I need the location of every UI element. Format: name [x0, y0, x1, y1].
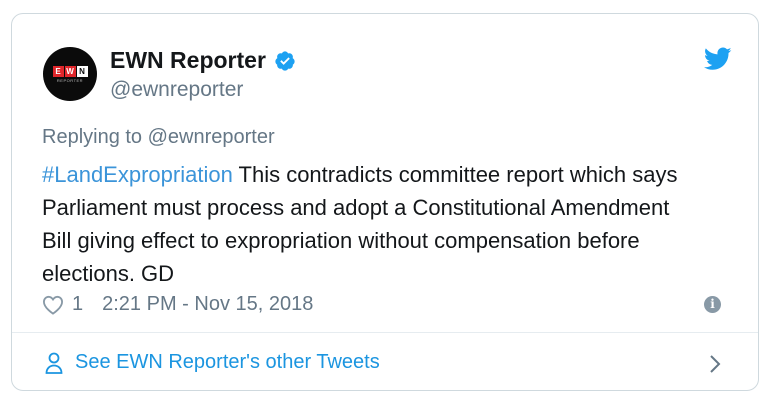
hashtag-link[interactable]: #LandExpropriation [42, 162, 233, 187]
ewn-logo: EWN [52, 65, 88, 77]
person-icon [45, 352, 63, 374]
like-count[interactable]: 1 [72, 293, 83, 316]
twitter-bird-icon[interactable] [704, 47, 732, 71]
see-other-tweets-label[interactable]: See EWN Reporter's other Tweets [75, 351, 380, 374]
tweet-text: #LandExpropriation This contradicts comm… [42, 158, 702, 290]
reply-prefix: Replying to [42, 126, 148, 148]
reply-mention-link[interactable]: @ewnreporter [148, 126, 275, 148]
tweet-card: EWN REPORTER EWN Reporter @ewnreporter R… [11, 13, 759, 391]
chevron-right-icon[interactable] [709, 354, 721, 374]
divider [12, 332, 758, 333]
author-name-row[interactable]: EWN Reporter [110, 47, 296, 74]
info-icon[interactable]: i [704, 296, 721, 313]
replying-to: Replying to @ewnreporter [42, 126, 275, 149]
see-other-tweets-link[interactable]: See EWN Reporter's other Tweets [45, 351, 380, 374]
verified-badge-icon [275, 50, 295, 71]
heart-icon[interactable] [42, 295, 64, 315]
avatar[interactable]: EWN REPORTER [43, 47, 97, 101]
tweet-meta: 1 2:21 PM - Nov 15, 2018 [42, 293, 313, 316]
author-handle[interactable]: @ewnreporter [110, 78, 243, 102]
avatar-subtext: REPORTER [56, 77, 84, 83]
author-name[interactable]: EWN Reporter [110, 47, 266, 74]
tweet-timestamp[interactable]: 2:21 PM - Nov 15, 2018 [102, 293, 313, 316]
